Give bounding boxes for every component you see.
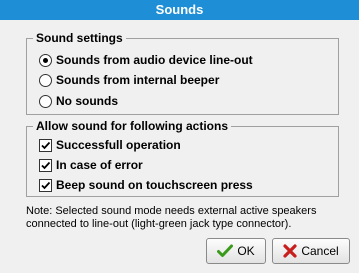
radio-audio-line-out[interactable]: Sounds from audio device line-out: [39, 52, 253, 68]
checkbox[interactable]: [39, 178, 52, 192]
checkbox-label: In case of error: [56, 158, 143, 172]
radio-button-selected[interactable]: [39, 53, 52, 67]
ok-button[interactable]: OK: [206, 238, 266, 264]
checkbox-successfull-operation[interactable]: Successfull operation: [39, 137, 181, 153]
checkbox-label: Successfull operation: [56, 138, 181, 152]
radio-label: Sounds from audio device line-out: [56, 53, 253, 67]
sounds-dialog: Sounds Sound settings Sounds from audio …: [0, 0, 359, 273]
sound-settings-group: Sound settings Sounds from audio device …: [26, 31, 339, 115]
radio-button[interactable]: [39, 73, 52, 87]
radio-no-sounds[interactable]: No sounds: [39, 93, 118, 109]
checkbox-label: Beep sound on touchscreen press: [56, 178, 253, 192]
red-x-icon: [283, 244, 297, 258]
sound-settings-legend: Sound settings: [33, 31, 126, 45]
radio-label: Sounds from internal beeper: [56, 73, 220, 87]
checkmark-icon: [217, 244, 234, 258]
note-text: Note: Selected sound mode needs external…: [26, 205, 317, 230]
radio-button[interactable]: [39, 94, 52, 108]
checkbox-beep-touchscreen[interactable]: Beep sound on touchscreen press: [39, 177, 253, 193]
actions-legend: Allow sound for following actions: [33, 119, 231, 133]
ok-label: OK: [237, 244, 255, 258]
cancel-button[interactable]: Cancel: [272, 238, 350, 264]
checkbox[interactable]: [39, 138, 52, 152]
actions-group: Allow sound for following actions Succes…: [26, 119, 339, 197]
radio-internal-beeper[interactable]: Sounds from internal beeper: [39, 72, 219, 88]
checkbox-in-case-of-error[interactable]: In case of error: [39, 157, 143, 173]
cancel-label: Cancel: [301, 244, 339, 258]
checkbox[interactable]: [39, 158, 52, 172]
radio-label: No sounds: [56, 94, 118, 108]
dialog-title: Sounds: [0, 0, 359, 20]
